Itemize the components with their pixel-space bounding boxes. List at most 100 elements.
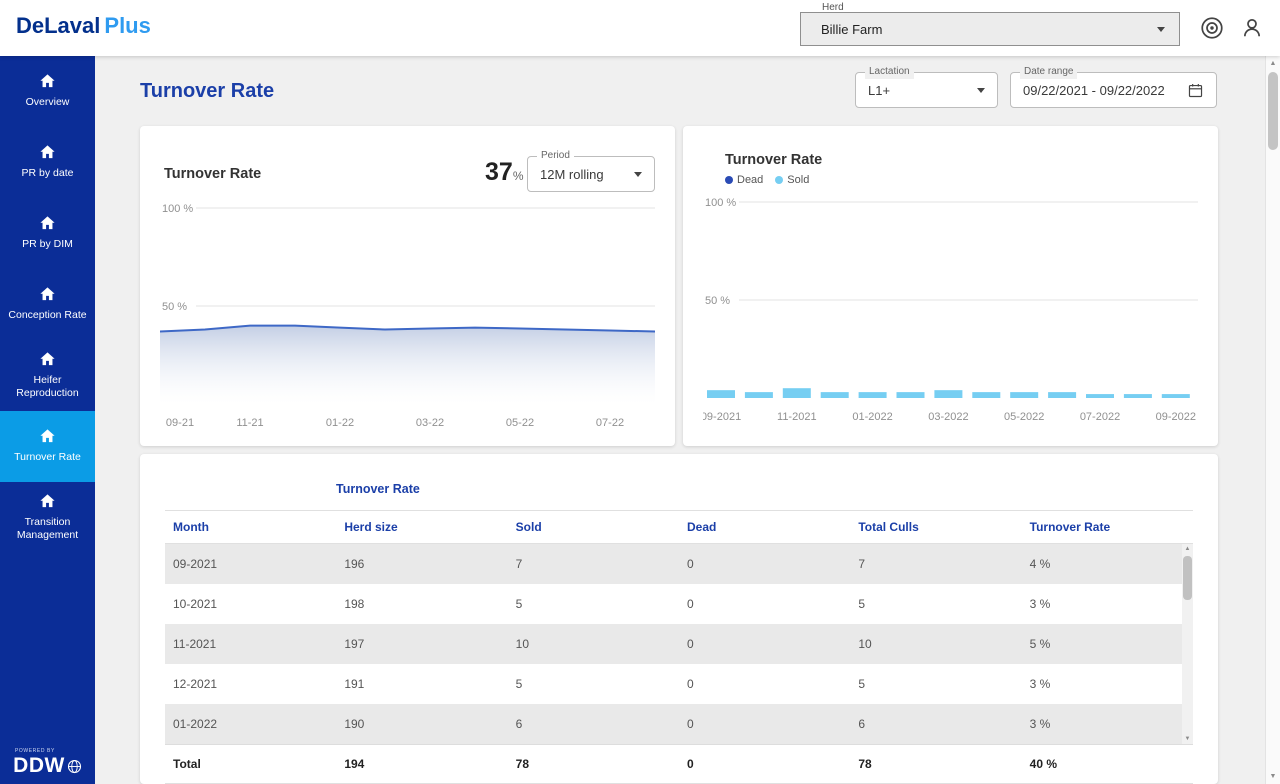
card-title: Turnover Rate bbox=[725, 152, 822, 168]
svg-text:11-21: 11-21 bbox=[236, 417, 263, 429]
svg-text:100 %: 100 % bbox=[162, 203, 193, 215]
turnover-monthly-card: Turnover Rate Dead Sold 100 %50 %09-2021… bbox=[683, 126, 1218, 446]
table-row: 11-2021197100105 % bbox=[165, 624, 1193, 664]
total-cell: Total bbox=[165, 757, 336, 771]
table-cell: 197 bbox=[336, 637, 507, 651]
scroll-up-arrow[interactable]: ▲ bbox=[1182, 546, 1193, 552]
sidebar-item-turnover-rate[interactable]: Turnover Rate bbox=[0, 411, 95, 482]
home-icon bbox=[39, 428, 56, 445]
period-label: Period bbox=[537, 149, 574, 163]
table-scrollbar[interactable]: ▲ ▼ bbox=[1182, 544, 1193, 744]
total-cell: 78 bbox=[850, 757, 1021, 771]
calendar-icon bbox=[1187, 82, 1204, 99]
table-cell: 5 bbox=[850, 677, 1021, 691]
herd-select[interactable]: Billie Farm bbox=[800, 12, 1180, 46]
legend-dead: Dead bbox=[725, 174, 763, 186]
sidebar-item-label: Overview bbox=[26, 96, 70, 109]
table-cell: 0 bbox=[679, 677, 850, 691]
table-cell: 190 bbox=[336, 717, 507, 731]
table-cell: 3 % bbox=[1022, 597, 1193, 611]
sidebar-item-pr-by-date[interactable]: PR by date bbox=[0, 127, 95, 198]
svg-text:05-22: 05-22 bbox=[506, 417, 534, 429]
table-cell: 5 % bbox=[1022, 637, 1193, 651]
svg-text:50 %: 50 % bbox=[162, 301, 187, 313]
kpi-unit: % bbox=[513, 169, 524, 183]
scroll-up-arrow[interactable]: ▲ bbox=[1266, 60, 1280, 67]
table-cell: 5 bbox=[850, 597, 1021, 611]
main-content: Turnover Rate Lactation L1+ Date range 0… bbox=[95, 56, 1280, 784]
lactation-select[interactable]: Lactation L1+ bbox=[855, 72, 998, 108]
legend-sold-dot bbox=[775, 176, 783, 184]
top-header: DeLavalPlus Herd Billie Farm bbox=[0, 0, 1280, 56]
chevron-down-icon bbox=[977, 88, 985, 93]
table-cell: 5 bbox=[508, 677, 679, 691]
sidebar-item-heifer-reproduction[interactable]: Heifer Reproduction bbox=[0, 340, 95, 411]
table-scrollbar-thumb[interactable] bbox=[1183, 556, 1192, 600]
table-cell: 198 bbox=[336, 597, 507, 611]
ddw-logo: DDW bbox=[0, 754, 95, 778]
column-header: Herd size bbox=[336, 520, 507, 534]
sidebar-item-label: Heifer Reproduction bbox=[4, 374, 91, 400]
table-cell: 0 bbox=[679, 717, 850, 731]
table-cell: 09-2021 bbox=[165, 557, 336, 571]
date-range-label: Date range bbox=[1020, 65, 1077, 79]
date-range-field[interactable]: Date range 09/22/2021 - 09/22/2022 bbox=[1010, 72, 1217, 108]
brand-delaval: DeLaval bbox=[16, 13, 100, 38]
sidebar-item-transition-management[interactable]: Transition Management bbox=[0, 482, 95, 553]
brand-plus: Plus bbox=[104, 13, 150, 38]
home-icon bbox=[39, 351, 56, 368]
svg-text:07-22: 07-22 bbox=[596, 417, 624, 429]
page-scrollbar-thumb[interactable] bbox=[1268, 72, 1278, 150]
lactation-label: Lactation bbox=[865, 65, 914, 79]
svg-text:01-22: 01-22 bbox=[326, 417, 354, 429]
lactation-value: L1+ bbox=[868, 83, 890, 98]
table-cell: 3 % bbox=[1022, 717, 1193, 731]
scroll-down-arrow[interactable]: ▼ bbox=[1266, 773, 1280, 780]
column-header: Sold bbox=[508, 520, 679, 534]
table-cell: 11-2021 bbox=[165, 637, 336, 651]
table-cell: 5 bbox=[508, 597, 679, 611]
home-icon bbox=[39, 215, 56, 232]
table-cell: 191 bbox=[336, 677, 507, 691]
table-body: 09-20211967074 %10-20211985053 %11-20211… bbox=[165, 544, 1193, 744]
turnover-table-card: Turnover Rate MonthHerd sizeSoldDeadTota… bbox=[140, 454, 1218, 784]
home-icon bbox=[39, 493, 56, 510]
chart-legend: Dead Sold bbox=[725, 174, 809, 186]
sidebar-item-conception-rate[interactable]: Conception Rate bbox=[0, 269, 95, 340]
table-cell: 12-2021 bbox=[165, 677, 336, 691]
column-header: Month bbox=[165, 520, 336, 534]
sidebar-item-label: PR by date bbox=[22, 167, 74, 180]
page-scrollbar[interactable]: ▲ ▼ bbox=[1265, 56, 1280, 784]
person-icon[interactable] bbox=[1239, 15, 1265, 41]
column-header: Total Culls bbox=[850, 520, 1021, 534]
sidebar-item-overview[interactable]: Overview bbox=[0, 56, 95, 127]
date-range-value: 09/22/2021 - 09/22/2022 bbox=[1023, 83, 1165, 98]
sidebar-item-label: Turnover Rate bbox=[14, 451, 81, 464]
legend-sold: Sold bbox=[775, 174, 809, 186]
herd-value: Billie Farm bbox=[821, 22, 882, 37]
globe-icon bbox=[67, 759, 82, 774]
legend-dead-dot bbox=[725, 176, 733, 184]
svg-text:03-2022: 03-2022 bbox=[928, 411, 968, 423]
scroll-down-arrow[interactable]: ▼ bbox=[1182, 736, 1193, 742]
svg-text:03-22: 03-22 bbox=[416, 417, 444, 429]
svg-text:11-2021: 11-2021 bbox=[777, 411, 817, 423]
sidebar-footer: POWERED BY DDW bbox=[0, 748, 95, 778]
home-icon bbox=[39, 73, 56, 90]
svg-text:07-2022: 07-2022 bbox=[1080, 411, 1120, 423]
table-row: 09-20211967074 % bbox=[165, 544, 1193, 584]
svg-text:09-2022: 09-2022 bbox=[1156, 411, 1196, 423]
total-cell: 78 bbox=[508, 757, 679, 771]
table-cell: 7 bbox=[850, 557, 1021, 571]
total-cell: 194 bbox=[336, 757, 507, 771]
sidebar-item-label: Conception Rate bbox=[8, 309, 86, 322]
table-row: 10-20211985053 % bbox=[165, 584, 1193, 624]
period-select[interactable]: Period 12M rolling bbox=[527, 156, 655, 192]
sidebar-item-pr-by-dim[interactable]: PR by DIM bbox=[0, 198, 95, 269]
table-cell: 4 % bbox=[1022, 557, 1193, 571]
table-cell: 0 bbox=[679, 557, 850, 571]
sidebar: Overview PR by date PR by DIM Conception Ra… bbox=[0, 56, 95, 784]
target-icon[interactable] bbox=[1199, 15, 1225, 41]
home-icon bbox=[39, 144, 56, 161]
total-cell: 0 bbox=[679, 757, 850, 771]
